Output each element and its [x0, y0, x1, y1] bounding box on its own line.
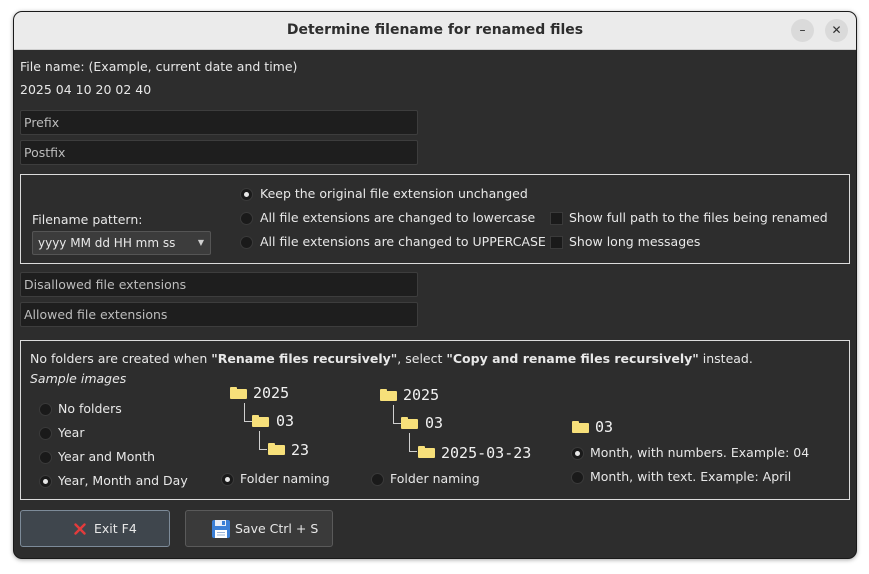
sample-1-day: 23 — [291, 441, 310, 459]
folder-icon — [572, 421, 589, 433]
radio-sample-2-folder-naming[interactable] — [371, 473, 384, 486]
folder-icon — [230, 387, 247, 399]
folders-note-text-2: , select — [397, 351, 447, 366]
radio-uppercase-extension[interactable] — [240, 236, 253, 249]
radio-year-month-day-label[interactable]: Year, Month and Day — [58, 473, 188, 488]
radio-year-month-day[interactable] — [39, 475, 52, 488]
sample-1-year: 2025 — [253, 384, 290, 402]
prefix-input[interactable] — [20, 110, 418, 135]
radio-year[interactable] — [39, 427, 52, 440]
chevron-down-icon: ▼ — [197, 238, 204, 247]
folder-icon — [380, 389, 397, 401]
tree-connector — [259, 431, 267, 450]
exit-button[interactable]: Exit F4 — [20, 510, 170, 547]
window-title: Determine filename for renamed files — [286, 22, 584, 38]
checkbox-show-long-messages[interactable] — [550, 236, 563, 249]
exit-button-label: Exit F4 — [94, 521, 137, 536]
tree-connector — [244, 403, 252, 422]
sample-images-label: Sample images — [30, 371, 127, 386]
floppy-disk-icon — [212, 520, 230, 538]
radio-no-folders-label[interactable]: No folders — [58, 401, 122, 416]
folders-note: No folders are created when "Rename file… — [30, 351, 753, 366]
cross-icon — [74, 523, 86, 535]
folders-note-text-3: instead. — [698, 351, 753, 366]
save-button[interactable]: Save Ctrl + S — [185, 510, 333, 547]
radio-uppercase-extension-label[interactable]: All file extensions are changed to UPPER… — [260, 234, 546, 249]
folder-icon — [401, 417, 418, 429]
minimize-icon: – — [799, 23, 806, 37]
disallowed-extensions-input[interactable] — [20, 272, 418, 297]
save-button-label: Save Ctrl + S — [235, 521, 319, 536]
sample-1-folder-naming-label[interactable]: Folder naming — [240, 471, 330, 486]
close-icon: ✕ — [831, 23, 842, 37]
filename-pattern-value: yyyy MM dd HH mm ss — [38, 236, 176, 250]
radio-year-month[interactable] — [39, 451, 52, 464]
allowed-extensions-input[interactable] — [20, 302, 418, 327]
folder-icon — [268, 443, 285, 455]
checkbox-show-full-path[interactable] — [550, 212, 563, 225]
radio-lowercase-extension[interactable] — [240, 212, 253, 225]
radio-sample-1-folder-naming[interactable] — [221, 473, 234, 486]
folders-note-bold-1: "Rename files recursively" — [211, 351, 398, 366]
file-name-example: 2025 04 10 20 02 40 — [20, 82, 152, 97]
radio-month-text-label[interactable]: Month, with text. Example: April — [590, 469, 791, 484]
radio-keep-extension[interactable] — [240, 188, 253, 201]
file-name-label: File name: (Example, current date and ti… — [20, 59, 298, 74]
sample-1-month: 03 — [276, 412, 295, 430]
radio-month-numbers-label[interactable]: Month, with numbers. Example: 04 — [590, 445, 809, 460]
radio-month-numbers[interactable] — [571, 447, 584, 460]
tree-connector — [393, 405, 401, 424]
radio-keep-extension-label[interactable]: Keep the original file extension unchang… — [260, 186, 528, 201]
folders-note-bold-2: "Copy and rename files recursively" — [446, 351, 699, 366]
checkbox-show-long-messages-label[interactable]: Show long messages — [569, 234, 700, 249]
sample-2-folder-naming-label[interactable]: Folder naming — [390, 471, 480, 486]
tree-connector — [409, 433, 417, 452]
sample-2-month: 03 — [425, 414, 444, 432]
close-button[interactable]: ✕ — [825, 19, 848, 42]
radio-no-folders[interactable] — [39, 403, 52, 416]
folder-icon — [252, 415, 269, 427]
filename-pattern-select[interactable]: yyyy MM dd HH mm ss ▼ — [32, 231, 211, 255]
dialog-window: Determine filename for renamed files – ✕… — [13, 11, 857, 559]
sample-2-year: 2025 — [403, 386, 440, 404]
postfix-input[interactable] — [20, 140, 418, 165]
sample-3-month: 03 — [595, 418, 614, 436]
radio-lowercase-extension-label[interactable]: All file extensions are changed to lower… — [260, 210, 535, 225]
radio-year-label[interactable]: Year — [58, 425, 84, 440]
folders-note-text: No folders are created when — [30, 351, 212, 366]
radio-year-month-label[interactable]: Year and Month — [58, 449, 155, 464]
radio-month-text[interactable] — [571, 471, 584, 484]
filename-pattern-label: Filename pattern: — [32, 212, 143, 227]
minimize-button[interactable]: – — [791, 19, 814, 42]
title-bar: Determine filename for renamed files – ✕ — [14, 12, 856, 50]
checkbox-show-full-path-label[interactable]: Show full path to the files being rename… — [569, 210, 828, 225]
folder-icon — [418, 446, 435, 458]
sample-2-day: 2025-03-23 — [441, 444, 532, 462]
